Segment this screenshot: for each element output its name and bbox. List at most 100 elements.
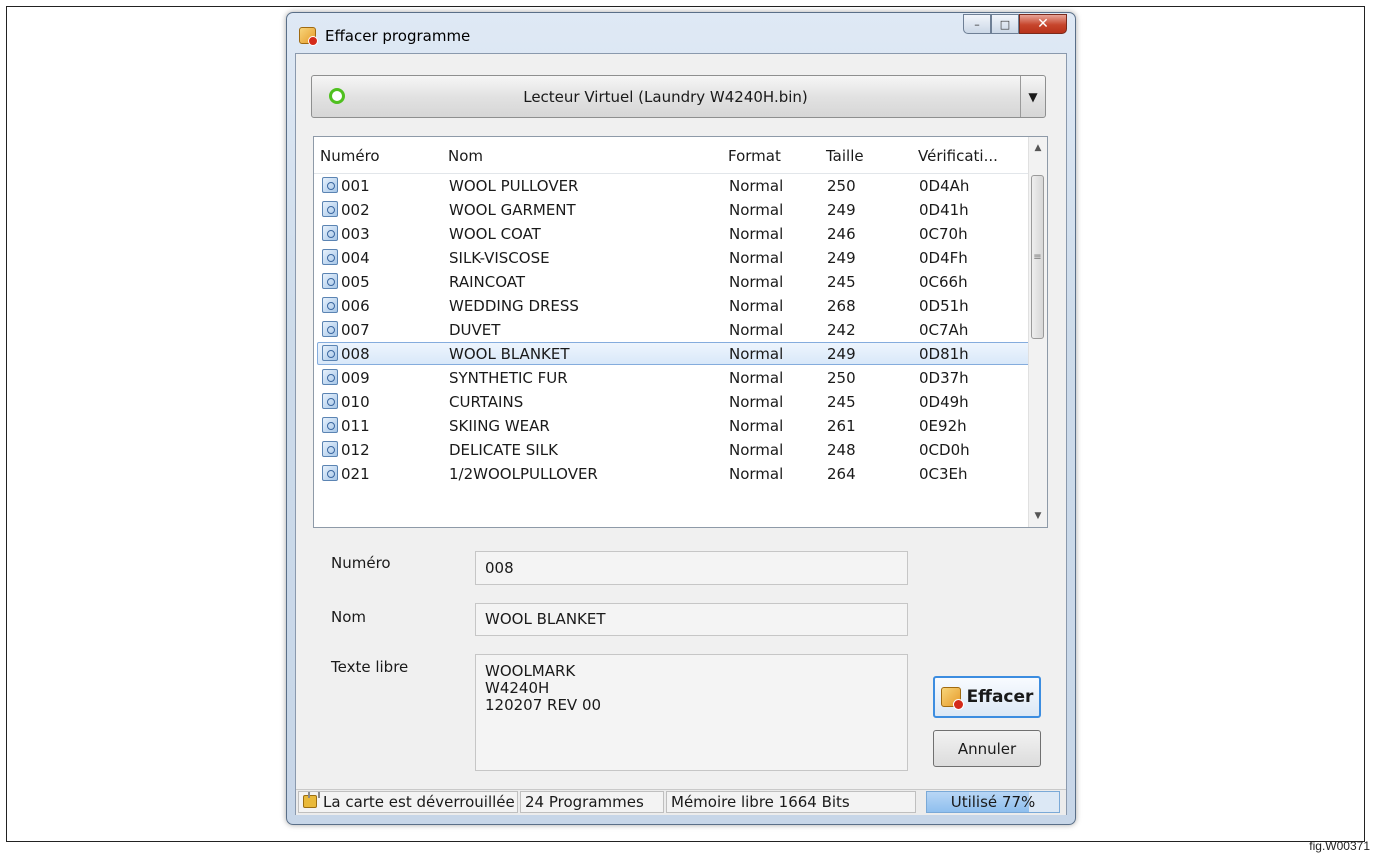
cell-size: 250 [827,369,856,387]
cell-check: 0D4Fh [919,249,968,267]
cell-format: Normal [729,393,784,411]
program-file-icon [322,321,338,337]
cell-check: 0D81h [919,345,969,363]
cell-check: 0D37h [919,369,969,387]
table-row[interactable]: 008 WOOL BLANKET Normal 249 0D81h [317,342,1036,365]
vertical-scrollbar[interactable]: ▲ ≡ ▼ [1028,137,1047,527]
maximize-button[interactable]: □ [991,14,1019,34]
table-row[interactable]: 011 SKIING WEAR Normal 261 0E92h [317,414,1036,437]
cell-num: 011 [341,417,370,435]
number-label: Numéro [331,554,391,572]
cell-check: 0D41h [919,201,969,219]
column-header-number[interactable]: Numéro [320,147,380,165]
device-label: Lecteur Virtuel (Laundry W4240H.bin) [523,88,808,106]
program-erase-icon [940,687,964,710]
cell-check: 0CD0h [919,441,970,459]
table-row[interactable]: 005 RAINCOAT Normal 245 0C66h [317,270,1036,293]
table-row[interactable]: 001 WOOL PULLOVER Normal 250 0D4Ah [317,174,1036,197]
card-lock-text: La carte est déverrouillée [323,793,515,811]
cell-check: 0D4Ah [919,177,970,195]
table-row[interactable]: 012 DELICATE SILK Normal 248 0CD0h [317,438,1036,461]
erase-button[interactable]: Effacer [933,676,1041,718]
free-memory: Mémoire libre 1664 Bits [666,791,916,813]
cell-format: Normal [729,201,784,219]
column-header-format[interactable]: Format [728,147,781,165]
unlocked-padlock-icon [303,792,320,808]
cell-check: 0C7Ah [919,321,969,339]
program-list[interactable]: Numéro Nom Format Taille Vérificati... 0… [313,136,1048,528]
cell-num: 005 [341,273,370,291]
program-file-icon [322,441,338,457]
cell-check: 0C3Eh [919,465,968,483]
erase-button-label: Effacer [966,687,1034,707]
device-selector[interactable]: Lecteur Virtuel (Laundry W4240H.bin) ▼ [311,75,1046,118]
cell-name: SYNTHETIC FUR [449,369,568,387]
column-header-size[interactable]: Taille [826,147,864,165]
column-header-name[interactable]: Nom [448,147,483,165]
cell-format: Normal [729,417,784,435]
cell-format: Normal [729,321,784,339]
cell-size: 245 [827,273,856,291]
cell-size: 250 [827,177,856,195]
cell-format: Normal [729,225,784,243]
table-row[interactable]: 007 DUVET Normal 242 0C7Ah [317,318,1036,341]
cell-name: SKIING WEAR [449,417,550,435]
program-erase-icon [299,27,318,46]
cell-name: WOOL GARMENT [449,201,576,219]
table-row[interactable]: 004 SILK-VISCOSE Normal 249 0D4Fh [317,246,1036,269]
scrollbar-thumb[interactable]: ≡ [1031,175,1044,339]
cell-format: Normal [729,465,784,483]
memory-usage-text: Utilisé 77% [950,793,1036,811]
list-header: Numéro Nom Format Taille Vérificati... [314,137,1028,174]
cell-size: 249 [827,201,856,219]
table-row[interactable]: 002 WOOL GARMENT Normal 249 0D41h [317,198,1036,221]
cell-check: 0E92h [919,417,967,435]
cell-size: 245 [827,393,856,411]
cell-format: Normal [729,249,784,267]
cell-name: SILK-VISCOSE [449,249,550,267]
table-row[interactable]: 009 SYNTHETIC FUR Normal 250 0D37h [317,366,1036,389]
number-field[interactable]: 008 [475,551,908,585]
cell-size: 242 [827,321,856,339]
close-button[interactable]: ✕ [1019,14,1067,34]
scroll-up-icon[interactable]: ▲ [1029,139,1047,157]
cell-format: Normal [729,345,784,363]
chevron-down-icon[interactable]: ▼ [1020,76,1045,117]
cell-size: 268 [827,297,856,315]
column-header-checksum[interactable]: Vérificati... [918,147,998,165]
program-file-icon [322,201,338,217]
title-bar[interactable]: Effacer programme – □ ✕ [287,13,1075,53]
cell-check: 0C66h [919,273,968,291]
notes-field[interactable]: WOOLMARK W4240H 120207 REV 00 [475,654,908,771]
table-row[interactable]: 003 WOOL COAT Normal 246 0C70h [317,222,1036,245]
cell-name: DELICATE SILK [449,441,558,459]
cell-name: CURTAINS [449,393,524,411]
program-file-icon [322,393,338,409]
notes-label: Texte libre [331,658,409,676]
scroll-down-icon[interactable]: ▼ [1029,507,1047,525]
program-file-icon [322,297,338,313]
table-row[interactable]: 021 1/2WOOLPULLOVER Normal 264 0C3Eh [317,462,1036,485]
program-file-icon [322,249,338,265]
program-file-icon [322,417,338,433]
cell-num: 010 [341,393,370,411]
table-row[interactable]: 010 CURTAINS Normal 245 0D49h [317,390,1036,413]
cell-name: WOOL COAT [449,225,541,243]
cell-num: 001 [341,177,370,195]
cell-format: Normal [729,297,784,315]
minimize-button[interactable]: – [963,14,991,34]
status-bar: La carte est déverrouillée 24 Programmes… [296,789,1066,815]
cell-name: WEDDING DRESS [449,297,579,315]
cancel-button[interactable]: Annuler [933,730,1041,767]
cell-num: 007 [341,321,370,339]
cell-check: 0C70h [919,225,968,243]
cell-size: 261 [827,417,856,435]
dialog-client-area: Lecteur Virtuel (Laundry W4240H.bin) ▼ N… [295,53,1067,815]
name-field[interactable]: WOOL BLANKET [475,603,908,636]
cell-check: 0D51h [919,297,969,315]
cell-num: 012 [341,441,370,459]
cell-format: Normal [729,369,784,387]
erase-program-dialog: Effacer programme – □ ✕ Lecteur Virtuel … [286,12,1076,825]
table-row[interactable]: 006 WEDDING DRESS Normal 268 0D51h [317,294,1036,317]
cell-num: 002 [341,201,370,219]
